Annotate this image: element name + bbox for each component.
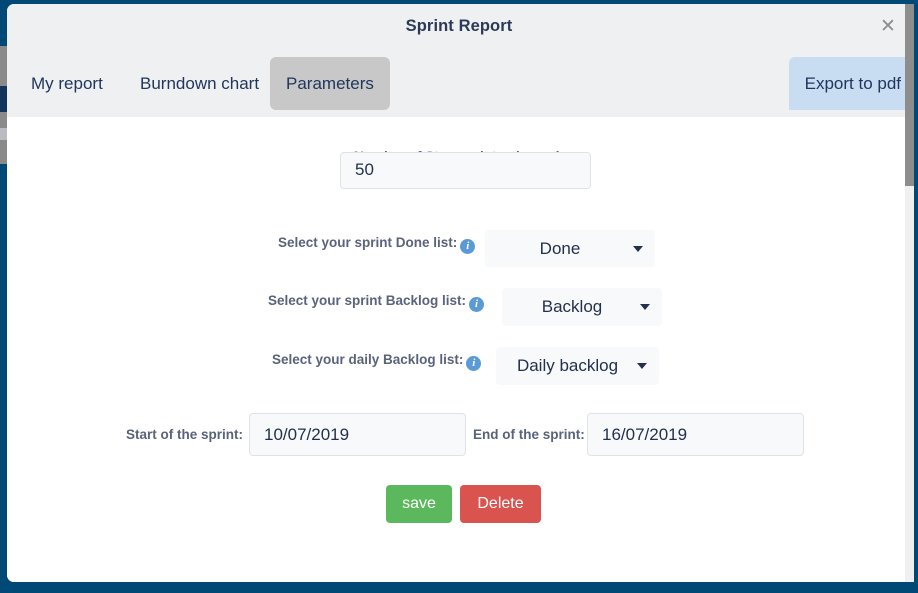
- start-of-sprint-label: Start of the sprint:: [126, 427, 243, 442]
- sprint-backlog-list-value: Backlog: [502, 288, 662, 326]
- tab-parameters[interactable]: Parameters: [270, 57, 390, 110]
- scrollbar-thumb[interactable]: [905, 4, 914, 186]
- sprint-backlog-list-label-text: Select your sprint Backlog list:: [268, 293, 466, 308]
- tab-my-report[interactable]: My report: [15, 57, 119, 110]
- parameters-form: Number of Story points planned: Select y…: [7, 117, 911, 582]
- sprint-done-list-label: Select your sprint Done list:i: [278, 235, 475, 254]
- end-of-sprint-label: End of the sprint:: [473, 427, 585, 442]
- form-actions-row: save Delete: [7, 485, 911, 523]
- delete-button[interactable]: Delete: [460, 485, 541, 523]
- tab-bar: My report Burndown chart Parameters Expo…: [7, 49, 911, 117]
- background-page-element: [0, 86, 7, 112]
- daily-backlog-list-value: Daily backlog: [496, 347, 659, 385]
- sprint-dates-row: Start of the sprint: End of the sprint:: [7, 413, 911, 457]
- chevron-down-icon: [637, 363, 647, 369]
- page-title: Sprint Report: [7, 17, 911, 36]
- start-of-sprint-input[interactable]: [249, 413, 466, 456]
- sprint-done-list-select[interactable]: Done: [485, 230, 655, 267]
- story-points-input[interactable]: [340, 152, 591, 189]
- info-icon[interactable]: i: [469, 297, 484, 312]
- daily-backlog-list-label-text: Select your daily Backlog list:: [272, 352, 463, 367]
- info-icon[interactable]: i: [460, 239, 475, 254]
- info-icon[interactable]: i: [466, 356, 481, 371]
- daily-backlog-list-label: Select your daily Backlog list:i: [272, 352, 481, 371]
- sprint-backlog-list-label: Select your sprint Backlog list:i: [268, 293, 484, 312]
- background-page-lines: [0, 128, 7, 140]
- sprint-report-modal: Sprint Report ✕ My report Burndown chart…: [7, 4, 911, 582]
- end-of-sprint-input[interactable]: [587, 413, 804, 456]
- sprint-done-list-value: Done: [485, 230, 655, 267]
- export-to-pdf-button[interactable]: Export to pdf: [789, 57, 911, 110]
- daily-backlog-list-select[interactable]: Daily backlog: [496, 347, 659, 385]
- tab-burndown-chart[interactable]: Burndown chart: [124, 57, 275, 110]
- application-frame: Sprint Report ✕ My report Burndown chart…: [0, 0, 918, 593]
- chevron-down-icon: [633, 246, 643, 252]
- chevron-down-icon: [640, 304, 650, 310]
- close-icon[interactable]: ✕: [876, 15, 900, 39]
- modal-titlebar: Sprint Report ✕: [7, 4, 911, 49]
- save-button[interactable]: save: [386, 485, 452, 523]
- sprint-backlog-list-select[interactable]: Backlog: [502, 288, 662, 326]
- sprint-done-list-label-text: Select your sprint Done list:: [278, 235, 457, 250]
